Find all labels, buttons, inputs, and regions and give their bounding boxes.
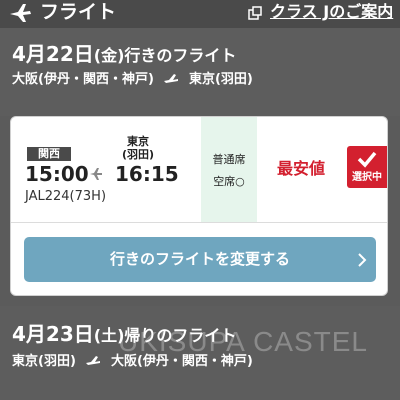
airplane-icon (90, 168, 102, 180)
check-icon (357, 151, 377, 168)
outbound-header: 4月22日(金)行きのフライト 大阪(伊丹・関西・神戸) 東京(羽田) (0, 28, 400, 116)
outbound-date: 4月22日(金)行きのフライト (12, 42, 237, 66)
external-link-icon[interactable] (248, 6, 262, 20)
takeoff-icon (86, 356, 101, 365)
card-divider (11, 222, 387, 223)
departure-time: 15:00 (25, 162, 89, 186)
airplane-icon (10, 4, 31, 22)
seat-availability: 空席○ (213, 175, 245, 188)
departure-airport-badge: 関西 (27, 147, 71, 161)
selected-badge[interactable]: 選択中 (347, 146, 387, 188)
takeoff-icon (164, 74, 179, 83)
arrival-airport: 東京 (羽田) (121, 135, 155, 161)
bottom-strip (0, 376, 400, 400)
arrival-time: 16:15 (115, 162, 179, 186)
page-title: フライト (40, 1, 117, 23)
class-j-info-link[interactable]: クラス Jのご案内 (270, 2, 393, 22)
watermark: UKISUPA CASTEL (118, 326, 369, 357)
seat-info: 普通席 空席○ (201, 117, 257, 222)
seat-class: 普通席 (212, 153, 246, 166)
change-outbound-flight-button[interactable]: 行きのフライトを変更する (24, 237, 376, 282)
outbound-route: 大阪(伊丹・関西・神戸) 東京(羽田) (12, 72, 253, 87)
flight-number: JAL224(73H) (25, 189, 107, 204)
cheapest-fare-label: 最安値 (277, 159, 326, 178)
top-bar: フライト クラス Jのご案内 (0, 0, 400, 28)
flight-card[interactable]: 関西 東京 (羽田) 15:00 16:15 JAL224(73H) 普通席 空… (10, 116, 388, 296)
chevron-right-icon (358, 253, 367, 267)
